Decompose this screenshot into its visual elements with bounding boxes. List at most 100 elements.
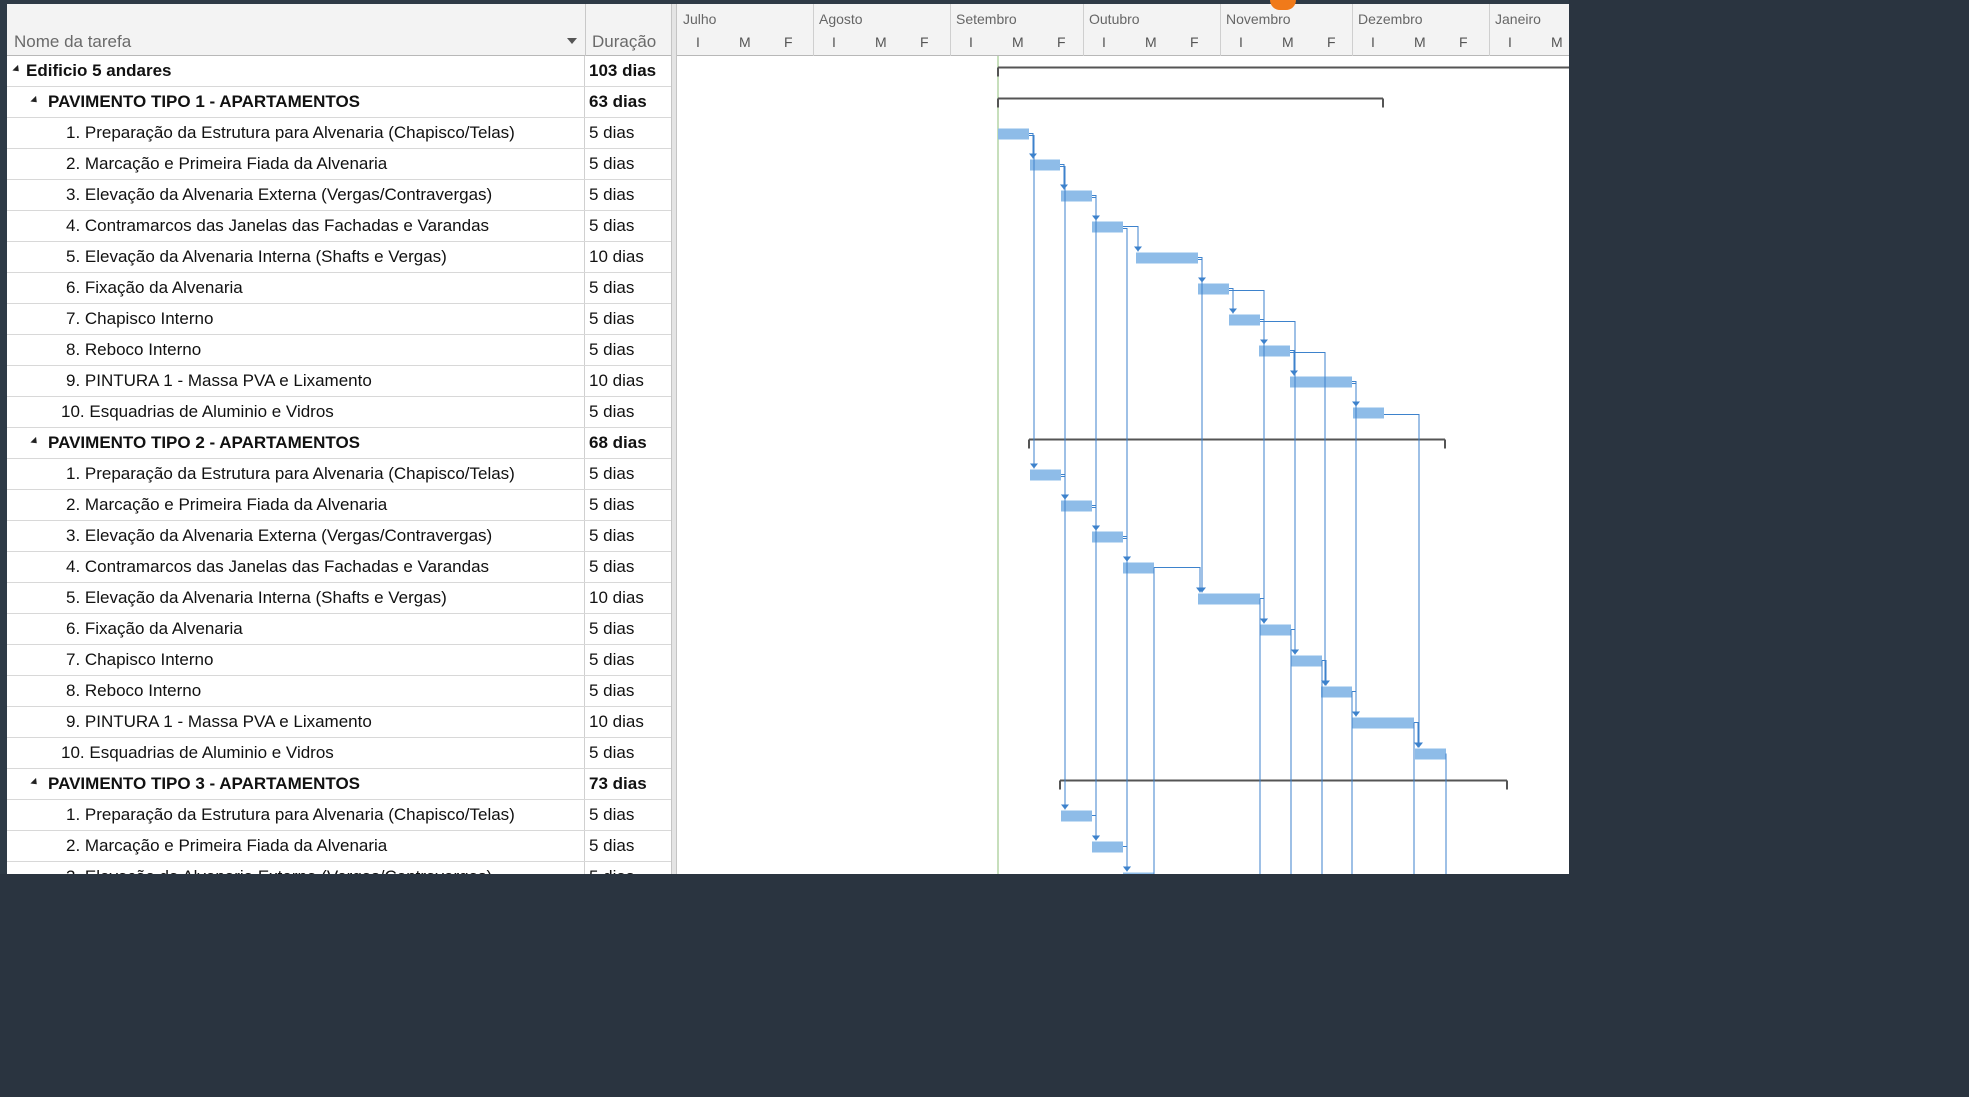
task-row[interactable]: 3. Elevação da Alvenaria Externa (Vergas… (7, 180, 671, 211)
duration-cell[interactable]: 10 dias (586, 242, 671, 272)
collapse-triangle-icon[interactable] (30, 777, 40, 788)
duration-cell[interactable]: 5 dias (586, 614, 671, 644)
duration-cell[interactable]: 5 dias (586, 862, 671, 874)
duration-cell[interactable]: 5 dias (586, 552, 671, 582)
task-name-cell[interactable]: 2. Marcação e Primeira Fiada da Alvenari… (7, 490, 585, 520)
task-bar[interactable] (1061, 810, 1092, 822)
task-name-cell[interactable]: 3. Elevação da Alvenaria Externa (Vergas… (7, 180, 585, 210)
task-row[interactable]: 2. Marcação e Primeira Fiada da Alvenari… (7, 490, 671, 521)
task-bar[interactable] (1415, 748, 1446, 760)
task-bar[interactable] (1136, 252, 1198, 264)
task-row[interactable]: 5. Elevação da Alvenaria Interna (Shafts… (7, 583, 671, 614)
duration-cell[interactable]: 103 dias (586, 56, 671, 86)
task-bar[interactable] (1061, 500, 1092, 512)
duration-cell[interactable]: 73 dias (586, 769, 671, 799)
duration-cell[interactable]: 5 dias (586, 335, 671, 365)
task-name-cell[interactable]: 1. Preparação da Estrutura para Alvenari… (7, 800, 585, 830)
task-bar[interactable] (1123, 562, 1154, 574)
task-name-cell[interactable]: PAVIMENTO TIPO 3 - APARTAMENTOS (7, 769, 585, 799)
duration-cell[interactable]: 5 dias (586, 397, 671, 427)
task-row[interactable]: 4. Contramarcos das Janelas das Fachadas… (7, 211, 671, 242)
task-name-cell[interactable]: 9. PINTURA 1 - Massa PVA e Lixamento (7, 707, 585, 737)
task-row[interactable]: 6. Fixação da Alvenaria 5 dias (7, 614, 671, 645)
task-row[interactable]: 3. Elevação da Alvenaria Externa (Vergas… (7, 862, 671, 874)
duration-cell[interactable]: 5 dias (586, 490, 671, 520)
collapse-triangle-icon[interactable] (12, 64, 22, 75)
duration-cell[interactable]: 5 dias (586, 459, 671, 489)
task-name-cell[interactable]: 5. Elevação da Alvenaria Interna (Shafts… (7, 583, 585, 613)
task-name-cell[interactable]: 3. Elevação da Alvenaria Externa (Vergas… (7, 862, 585, 874)
duration-cell[interactable]: 68 dias (586, 428, 671, 458)
duration-cell[interactable]: 5 dias (586, 800, 671, 830)
task-row[interactable]: 1. Preparação da Estrutura para Alvenari… (7, 800, 671, 831)
task-bar[interactable] (1352, 717, 1414, 729)
task-bar[interactable] (1291, 655, 1322, 667)
task-name-cell[interactable]: 5. Elevação da Alvenaria Interna (Shafts… (7, 242, 585, 272)
column-header-task-name[interactable]: Nome da tarefa (14, 32, 131, 52)
task-row[interactable]: 8. Reboco Interno 5 dias (7, 676, 671, 707)
task-row[interactable]: 5. Elevação da Alvenaria Interna (Shafts… (7, 242, 671, 273)
task-row[interactable]: 10. Esquadrias de Aluminio e Vidros 5 dia… (7, 397, 671, 428)
task-bar[interactable] (1061, 190, 1092, 202)
summary-task-row[interactable]: Edificio 5 andares 103 dias (7, 56, 671, 87)
task-row[interactable]: 8. Reboco Interno 5 dias (7, 335, 671, 366)
task-bar[interactable] (1030, 469, 1061, 481)
task-bar[interactable] (1123, 872, 1154, 875)
task-row[interactable]: 10. Esquadrias de Aluminio e Vidros 5 dia… (7, 738, 671, 769)
duration-cell[interactable]: 5 dias (586, 180, 671, 210)
task-bar[interactable] (1321, 686, 1352, 698)
task-row[interactable]: 9. PINTURA 1 - Massa PVA e Lixamento 10 d… (7, 707, 671, 738)
duration-cell[interactable]: 10 dias (586, 707, 671, 737)
task-bar[interactable] (1198, 283, 1229, 295)
task-bar[interactable] (1198, 593, 1260, 605)
duration-cell[interactable]: 5 dias (586, 211, 671, 241)
summary-task-row[interactable]: PAVIMENTO TIPO 1 - APARTAMENTOS 63 dias (7, 87, 671, 118)
task-name-cell[interactable]: PAVIMENTO TIPO 1 - APARTAMENTOS (7, 87, 585, 117)
column-filter-dropdown-icon[interactable] (567, 38, 577, 44)
task-name-cell[interactable]: 9. PINTURA 1 - Massa PVA e Lixamento (7, 366, 585, 396)
task-row[interactable]: 9. PINTURA 1 - Massa PVA e Lixamento 10 d… (7, 366, 671, 397)
task-bar[interactable] (1092, 841, 1123, 853)
column-separator[interactable] (585, 4, 586, 56)
summary-task-row[interactable]: PAVIMENTO TIPO 3 - APARTAMENTOS 73 dias (7, 769, 671, 800)
duration-cell[interactable]: 5 dias (586, 149, 671, 179)
task-bar[interactable] (1092, 221, 1123, 233)
task-bar[interactable] (1353, 407, 1384, 419)
task-name-cell[interactable]: 2. Marcação e Primeira Fiada da Alvenari… (7, 831, 585, 861)
task-name-cell[interactable]: 1. Preparação da Estrutura para Alvenari… (7, 118, 585, 148)
task-name-cell[interactable]: 6. Fixação da Alvenaria (7, 614, 585, 644)
task-row[interactable]: 2. Marcação e Primeira Fiada da Alvenari… (7, 831, 671, 862)
task-row[interactable]: 3. Elevação da Alvenaria Externa (Vergas… (7, 521, 671, 552)
task-name-cell[interactable]: 6. Fixação da Alvenaria (7, 273, 585, 303)
duration-cell[interactable]: 10 dias (586, 583, 671, 613)
duration-cell[interactable]: 5 dias (586, 273, 671, 303)
duration-cell[interactable]: 5 dias (586, 118, 671, 148)
task-row[interactable]: 7. Chapisco Interno 5 dias (7, 304, 671, 335)
task-name-cell[interactable]: Edificio 5 andares (7, 56, 585, 86)
duration-cell[interactable]: 5 dias (586, 676, 671, 706)
task-name-cell[interactable]: 10. Esquadrias de Aluminio e Vidros (7, 397, 585, 427)
task-name-cell[interactable]: 8. Reboco Interno (7, 335, 585, 365)
task-name-cell[interactable]: PAVIMENTO TIPO 2 - APARTAMENTOS (7, 428, 585, 458)
task-row[interactable]: 4. Contramarcos das Janelas das Fachadas… (7, 552, 671, 583)
duration-cell[interactable]: 63 dias (586, 87, 671, 117)
task-bar[interactable] (1229, 314, 1260, 326)
task-row[interactable]: 7. Chapisco Interno 5 dias (7, 645, 671, 676)
summary-task-row[interactable]: PAVIMENTO TIPO 2 - APARTAMENTOS 68 dias (7, 428, 671, 459)
collapse-triangle-icon[interactable] (30, 95, 40, 106)
task-name-cell[interactable]: 4. Contramarcos das Janelas das Fachadas… (7, 211, 585, 241)
duration-cell[interactable]: 10 dias (586, 366, 671, 396)
task-bar[interactable] (1290, 376, 1352, 388)
task-bar[interactable] (998, 128, 1029, 140)
task-name-cell[interactable]: 4. Contramarcos das Janelas das Fachadas… (7, 552, 585, 582)
task-name-cell[interactable]: 2. Marcação e Primeira Fiada da Alvenari… (7, 149, 585, 179)
duration-cell[interactable]: 5 dias (586, 304, 671, 334)
task-row[interactable]: 1. Preparação da Estrutura para Alvenari… (7, 459, 671, 490)
duration-cell[interactable]: 5 dias (586, 521, 671, 551)
duration-cell[interactable]: 5 dias (586, 645, 671, 675)
column-header-duration[interactable]: Duração (592, 32, 656, 52)
task-row[interactable]: 6. Fixação da Alvenaria 5 dias (7, 273, 671, 304)
task-bar[interactable] (1260, 624, 1291, 636)
task-name-cell[interactable]: 10. Esquadrias de Aluminio e Vidros (7, 738, 585, 768)
task-name-cell[interactable]: 7. Chapisco Interno (7, 645, 585, 675)
